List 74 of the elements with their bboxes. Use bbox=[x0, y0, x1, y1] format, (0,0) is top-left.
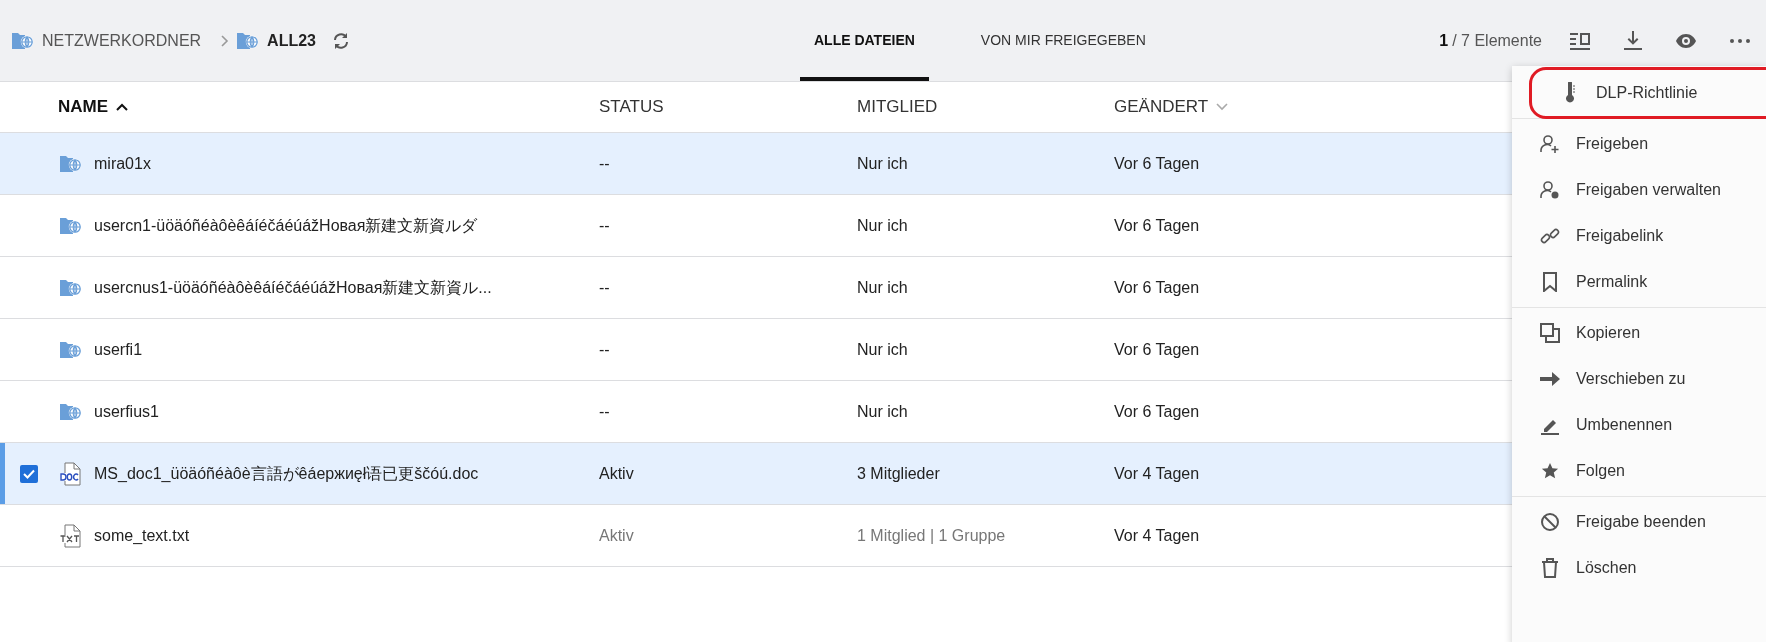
file-name[interactable]: usercnus1-üöäóñéàôèêáíéčáéúážНовая新建文新資ル... bbox=[94, 275, 492, 300]
network-folder-icon bbox=[60, 278, 82, 297]
member-text: Nur ich bbox=[857, 216, 908, 234]
breadcrumb-link[interactable]: ALL23 bbox=[267, 28, 316, 53]
menu-item[interactable]: Freigabelink bbox=[1512, 213, 1766, 259]
menu-item[interactable]: Kopieren bbox=[1512, 310, 1766, 356]
modified-date: Vor 4 Tagen bbox=[1114, 526, 1200, 544]
selected-count: 1 bbox=[1439, 30, 1449, 51]
menu-item[interactable]: Löschen bbox=[1512, 545, 1766, 591]
network-folder-icon bbox=[12, 31, 34, 50]
member-text: Nur ich bbox=[857, 340, 908, 358]
menu-item[interactable]: Umbenennen bbox=[1512, 402, 1766, 448]
network-folder-icon bbox=[60, 340, 82, 359]
modified-date: Vor 6 Tagen bbox=[1114, 154, 1200, 172]
link-icon bbox=[1540, 226, 1560, 246]
checkbox[interactable] bbox=[20, 464, 38, 483]
status-text: -- bbox=[599, 340, 610, 358]
status-text: -- bbox=[599, 154, 610, 172]
arrow-right-icon bbox=[1540, 371, 1560, 387]
file-name[interactable]: usercn1-üöäóñéàôèêáíéčáéúážНовая新建文新資ルダ bbox=[94, 213, 478, 238]
menu-item[interactable]: Verschieben zu bbox=[1512, 356, 1766, 402]
network-folder-icon bbox=[60, 216, 82, 235]
eye-icon[interactable] bbox=[1676, 33, 1696, 48]
member-text: 3 Mitglieder bbox=[857, 464, 940, 482]
network-folder-icon bbox=[60, 154, 82, 173]
doc-file-icon bbox=[60, 461, 82, 486]
refresh-icon bbox=[332, 31, 350, 50]
network-folder-icon bbox=[60, 402, 82, 421]
item-total: / 7 Elemente bbox=[1452, 30, 1542, 51]
column-header[interactable]: STATUS bbox=[599, 94, 664, 120]
column-header[interactable]: NAME bbox=[58, 94, 109, 120]
file-name[interactable]: some_text.txt bbox=[94, 523, 190, 548]
breadcrumb-link[interactable]: NETZWERKORDNER bbox=[42, 28, 202, 53]
add-person-icon bbox=[1540, 134, 1560, 154]
tab[interactable]: ALLE DATEIEN bbox=[800, 0, 929, 81]
star-icon bbox=[1540, 462, 1560, 480]
file-name[interactable]: MS_doc1_üöäóñéàôè言語がêáержиęł语已更ščóú.doc bbox=[94, 461, 479, 486]
modified-date: Vor 6 Tagen bbox=[1114, 340, 1200, 358]
network-folder-icon bbox=[237, 31, 260, 50]
menu-item[interactable]: Freigaben verwalten bbox=[1512, 167, 1766, 213]
menu-item[interactable]: Freigeben bbox=[1512, 121, 1766, 167]
menu-item[interactable]: Permalink bbox=[1512, 259, 1766, 305]
details-panel-icon[interactable] bbox=[1570, 31, 1590, 50]
column-header[interactable]: GEÄNDERT bbox=[1114, 94, 1209, 120]
copy-icon bbox=[1540, 323, 1560, 343]
modified-date: Vor 6 Tagen bbox=[1114, 216, 1200, 234]
file-name[interactable]: userfi1 bbox=[94, 337, 143, 362]
column-header[interactable]: MITGLIED bbox=[857, 94, 938, 120]
more-icon[interactable] bbox=[1730, 38, 1750, 43]
bookmark-icon bbox=[1540, 272, 1560, 292]
status-text: -- bbox=[599, 278, 610, 296]
menu-item[interactable]: DLP-Richtlinie bbox=[1532, 70, 1766, 116]
tab[interactable]: VON MIR FREIGEGEBEN bbox=[966, 0, 1160, 81]
status-text: -- bbox=[599, 402, 610, 420]
chevron-right-icon bbox=[221, 34, 230, 47]
download-icon[interactable] bbox=[1624, 30, 1642, 51]
status-text: Aktiv bbox=[599, 526, 634, 544]
trash-icon bbox=[1540, 558, 1560, 578]
status-text: Aktiv bbox=[599, 464, 634, 482]
prohibited-icon bbox=[1540, 512, 1560, 532]
member-text: Nur ich bbox=[857, 154, 908, 172]
member-text: Nur ich bbox=[857, 278, 908, 296]
file-name[interactable]: userfius1 bbox=[94, 399, 159, 424]
modified-date: Vor 6 Tagen bbox=[1114, 402, 1200, 420]
menu-item[interactable]: Freigabe beenden bbox=[1512, 499, 1766, 545]
member-text: 1 Mitglied | 1 Gruppe bbox=[857, 526, 1006, 544]
modified-date: Vor 4 Tagen bbox=[1114, 464, 1200, 482]
file-name[interactable]: mira01x bbox=[94, 151, 151, 176]
member-text: Nur ich bbox=[857, 402, 908, 420]
modified-date: Vor 6 Tagen bbox=[1114, 278, 1200, 296]
menu-item[interactable]: Folgen bbox=[1512, 448, 1766, 494]
status-text: -- bbox=[599, 216, 610, 234]
text-file-icon bbox=[60, 523, 82, 548]
selection-bar bbox=[0, 443, 5, 504]
